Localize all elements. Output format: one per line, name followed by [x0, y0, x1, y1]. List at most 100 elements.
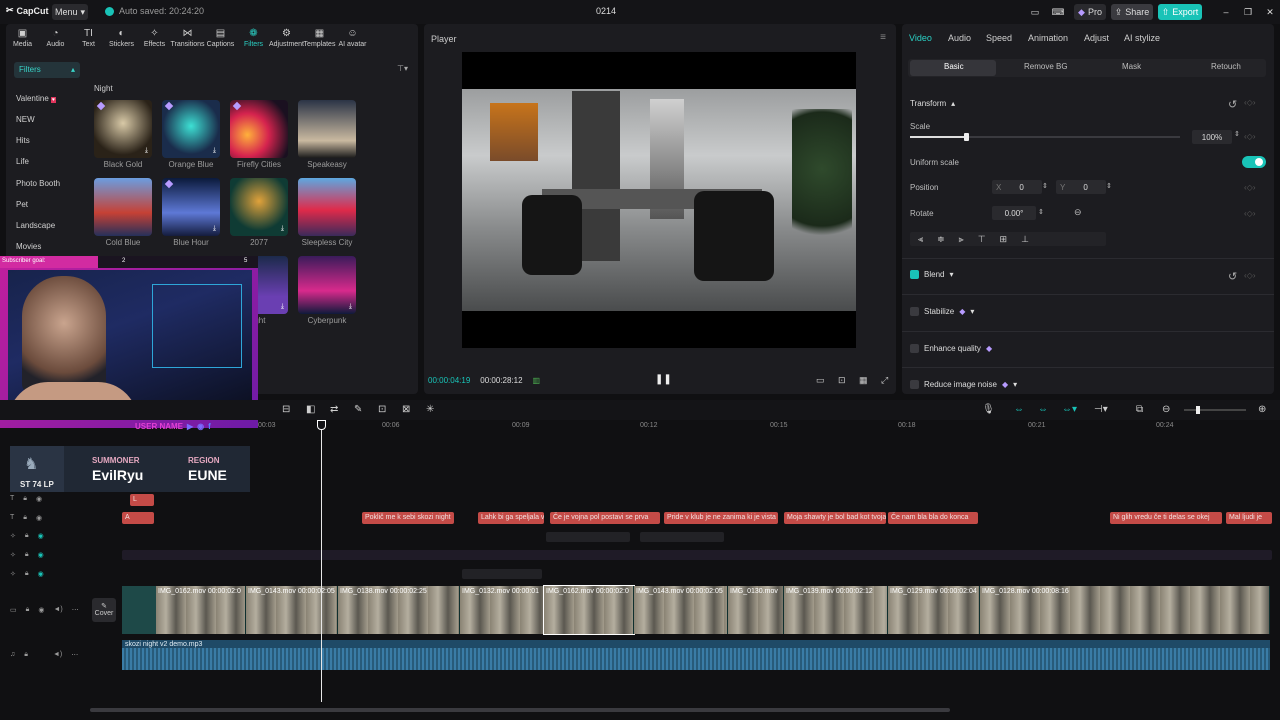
split-icon[interactable]: ⊟: [282, 404, 290, 415]
toolbar-templates[interactable]: ▦ Templates: [303, 24, 336, 52]
scale-slider-track[interactable]: [910, 133, 1180, 141]
auto-cut-icon[interactable]: ✎: [354, 404, 362, 415]
layout-icon[interactable]: ▭: [1026, 4, 1044, 20]
category-movies[interactable]: Movies: [16, 242, 41, 251]
toolbar-text[interactable]: TI Text: [72, 24, 105, 52]
filter-thumb-speakeasy[interactable]: [298, 100, 356, 158]
enhance-checkbox[interactable]: [910, 344, 919, 353]
position-x-input[interactable]: X0: [992, 180, 1042, 194]
tab-ai-stylize[interactable]: AI stylize: [1124, 33, 1160, 43]
cover-button[interactable]: ✎ Cover: [92, 598, 116, 622]
eye-icon[interactable]: ◉: [38, 551, 44, 559]
timeline-ruler[interactable]: 00:03 00:06 00:09 00:12 00:15 00:18 00:2…: [120, 420, 1280, 432]
stepper-icon[interactable]: ⇕: [1038, 208, 1044, 216]
tab-video[interactable]: Video: [909, 33, 932, 43]
video-preview[interactable]: [462, 52, 856, 348]
align-left-icon[interactable]: ⫷: [918, 234, 923, 245]
share-button[interactable]: ⇪ Share: [1111, 4, 1153, 20]
stabilize-checkbox[interactable]: [910, 307, 919, 316]
align-bottom-icon[interactable]: ⊥: [1021, 234, 1029, 245]
playhead-handle[interactable]: [317, 420, 326, 430]
rotate-input[interactable]: 0.00°: [992, 206, 1036, 220]
caption-clip[interactable]: Poklič me k sebi skozi night: [362, 512, 454, 524]
category-valentine[interactable]: Valentine ♥: [16, 94, 56, 103]
tab-animation[interactable]: Animation: [1028, 33, 1068, 43]
blend-checkbox[interactable]: [910, 270, 919, 279]
menu-button[interactable]: Menu ▾: [52, 4, 88, 20]
lock-icon[interactable]: 🔒︎: [25, 551, 29, 559]
toolbar-ai-avatar[interactable]: ☺ AI avatar: [336, 24, 369, 52]
align-middle-icon[interactable]: ⊞: [1000, 234, 1008, 245]
expand-icon[interactable]: ⤢: [881, 375, 888, 386]
minimize-icon[interactable]: –: [1220, 4, 1232, 20]
text-clip[interactable]: L: [130, 494, 154, 506]
video-clip[interactable]: IMG_0128.mov 00:00:08:16: [980, 586, 1270, 634]
category-landscape[interactable]: Landscape: [16, 221, 55, 230]
lock-icon[interactable]: 🔒︎: [24, 651, 28, 659]
caption-clip[interactable]: Lahk bi ga speljala v: [478, 512, 544, 524]
enhance-quality-section[interactable]: Enhance quality ◆: [910, 344, 992, 353]
rotate-dial-icon[interactable]: ⊖: [1074, 207, 1082, 218]
scale-input[interactable]: 100%: [1192, 130, 1232, 144]
text-clip[interactable]: A: [122, 512, 154, 524]
filters-category-header[interactable]: Filters ▴: [14, 62, 80, 78]
audio-clip[interactable]: skozi night v2 demo.mp3: [122, 640, 1270, 670]
timeline-scrollbar[interactable]: [90, 708, 950, 712]
toolbar-stickers[interactable]: ◐ Stickers: [105, 24, 138, 52]
stabilize-section[interactable]: Stabilize ◆ ▾: [910, 307, 974, 316]
shortcut-icon[interactable]: ⌨: [1050, 4, 1066, 20]
caption-clip[interactable]: Mal ljudi je: [1226, 512, 1272, 524]
zoom-slider-handle[interactable]: [1196, 406, 1200, 414]
export-button[interactable]: ⇧ Export: [1158, 4, 1202, 20]
snap-icon[interactable]: ⇔: [1014, 404, 1024, 415]
align-right-icon[interactable]: ⫸: [959, 234, 964, 245]
tab-adjust[interactable]: Adjust: [1084, 33, 1109, 43]
video-clip[interactable]: IMG_0143.mov 00:00:02:05: [246, 586, 338, 634]
crop-icon[interactable]: ⊡: [378, 404, 386, 415]
lock-icon[interactable]: 🔒︎: [26, 606, 30, 614]
category-new[interactable]: NEW: [16, 115, 35, 124]
toolbar-captions[interactable]: ▤ Captions: [204, 24, 237, 52]
uniform-scale-toggle[interactable]: [1242, 156, 1266, 168]
toolbar-transitions[interactable]: ⋈ Transitions: [171, 24, 205, 52]
toolbar-filters[interactable]: ❁ Filters: [237, 24, 270, 52]
speaker-icon[interactable]: ◄): [53, 606, 62, 614]
category-photo-booth[interactable]: Photo Booth: [16, 179, 60, 188]
reverse-icon[interactable]: ⇄: [330, 404, 338, 415]
tab-audio[interactable]: Audio: [948, 33, 971, 43]
sort-filter-icon[interactable]: ⊤▾: [397, 64, 408, 73]
video-clip[interactable]: IMG_0129.mov 00:00:02:04: [888, 586, 980, 634]
toolbar-media[interactable]: ▣ Media: [6, 24, 39, 52]
hamburger-icon[interactable]: ≡: [880, 32, 886, 43]
mirror-icon[interactable]: ⊠: [402, 404, 410, 415]
tab-speed[interactable]: Speed: [986, 33, 1012, 43]
link-icon[interactable]: ⇔: [1038, 404, 1048, 415]
filter-thumb-black-gold[interactable]: ⤓: [94, 100, 152, 158]
toolbar-effects[interactable]: ✧ Effects: [138, 24, 171, 52]
noise-checkbox[interactable]: [910, 380, 919, 389]
captions-mode-icon[interactable]: ⧉: [1136, 404, 1143, 415]
video-clip[interactable]: IMG_0138.mov 00:00:02:25: [338, 586, 460, 634]
filter-thumb-blue-hour[interactable]: ⤓: [162, 178, 220, 236]
category-life[interactable]: Life: [16, 157, 29, 166]
video-clip[interactable]: IMG_0132.mov 00:00:01: [460, 586, 544, 634]
ai-tool-icon[interactable]: ✳: [426, 404, 434, 415]
filter-thumb-firefly-cities[interactable]: [230, 100, 288, 158]
pause-button[interactable]: ❚❚: [655, 374, 672, 385]
scale-slider-handle[interactable]: [964, 133, 969, 141]
eye-icon[interactable]: ◉: [36, 514, 42, 522]
caption-clip[interactable]: Če je vojna pol postavi se prva: [550, 512, 660, 524]
stepper-icon[interactable]: ⇕: [1042, 182, 1048, 190]
subtab-retouch[interactable]: Retouch: [1211, 62, 1241, 71]
microphone-icon[interactable]: 🎙: [982, 404, 995, 415]
video-clip[interactable]: IMG_0162.mov 00:00:02:0: [156, 586, 246, 634]
lock-icon[interactable]: 🔒︎: [25, 570, 29, 578]
more-icon[interactable]: ⋯: [71, 651, 78, 659]
subtab-mask[interactable]: Mask: [1122, 62, 1141, 71]
keyframe-icon[interactable]: ‹◇›: [1244, 98, 1255, 107]
eye-icon[interactable]: ◉: [36, 495, 42, 503]
video-clip-selected[interactable]: IMG_0162.mov 00:00:02:0: [543, 585, 635, 635]
maximize-icon[interactable]: ❐: [1242, 4, 1254, 20]
toolbar-audio[interactable]: ◔ Audio: [39, 24, 72, 52]
filter-thumb-sleepless-city[interactable]: [298, 178, 356, 236]
